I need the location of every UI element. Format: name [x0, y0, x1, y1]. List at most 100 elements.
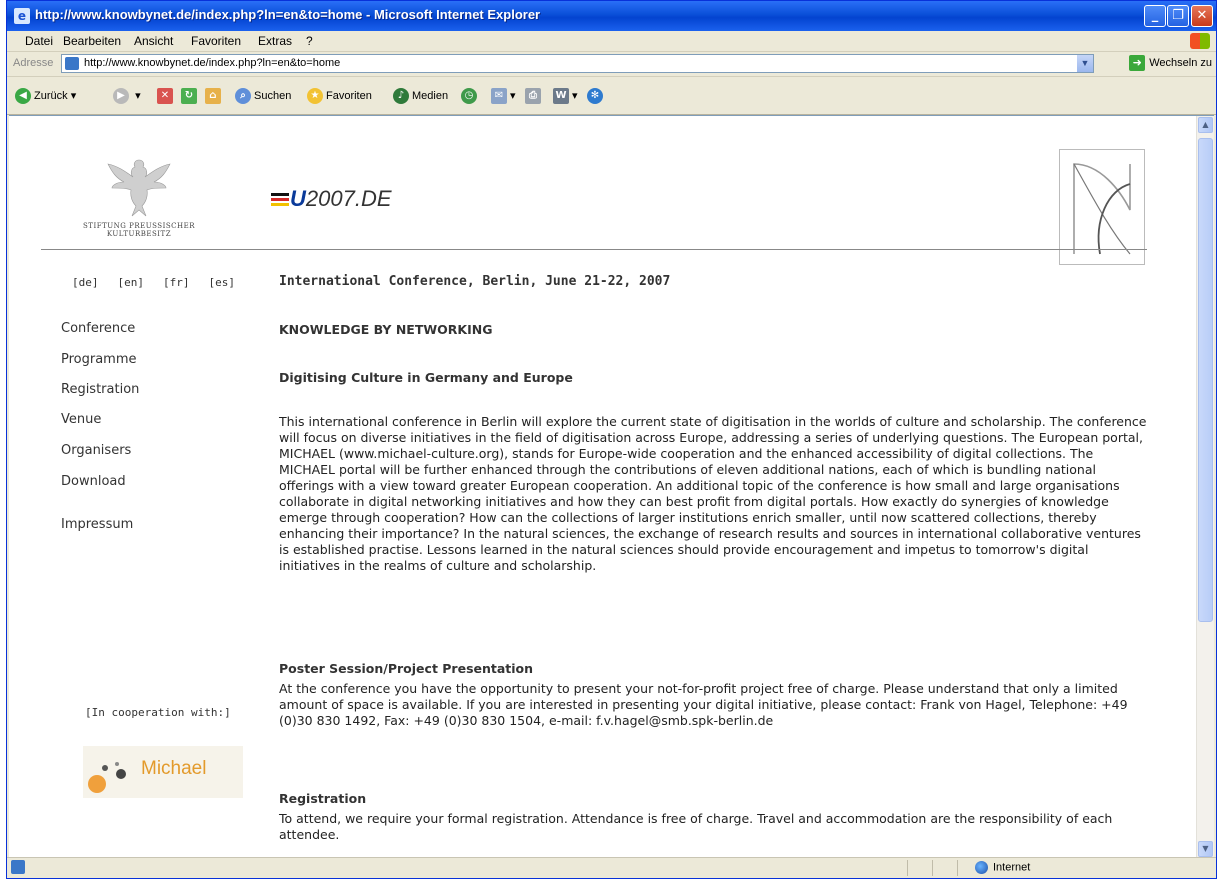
forward-button[interactable]: ▶ ▾: [113, 86, 141, 106]
favorites-button[interactable]: ★ Favoriten: [307, 86, 372, 106]
heading-main: KNOWLEDGE BY NETWORKING: [279, 322, 493, 337]
media-label: Medien: [412, 90, 449, 102]
lang-en-link[interactable]: [en]: [118, 276, 145, 289]
scroll-down-icon[interactable]: ▼: [1198, 841, 1213, 857]
spk-logo: STIFTUNG PREUSSISCHER KULTURBESITZ: [79, 152, 199, 242]
eu2007-logo: U2007.DE: [271, 186, 392, 212]
nav-programme[interactable]: Programme: [61, 352, 137, 367]
page-icon: [65, 57, 79, 70]
status-bar: Internet: [7, 857, 1216, 878]
title-bar: e http://www.knowbynet.de/index.php?ln=e…: [7, 1, 1216, 31]
status-separator: [907, 860, 908, 876]
favorites-label: Favoriten: [326, 90, 372, 102]
minimize-button[interactable]: _: [1144, 5, 1166, 27]
menu-ansicht[interactable]: Ansicht: [134, 34, 173, 48]
close-button[interactable]: ✕: [1191, 5, 1213, 27]
status-separator: [957, 860, 958, 876]
address-bar: Adresse http://www.knowbynet.de/index.ph…: [7, 52, 1216, 77]
logo-caption-2: KULTURBESITZ: [106, 230, 172, 238]
menu-datei[interactable]: Datei: [25, 34, 53, 48]
vertical-scrollbar[interactable]: ▲ ▼: [1196, 116, 1214, 858]
lang-es-link[interactable]: [es]: [209, 276, 236, 289]
nav-venue[interactable]: Venue: [61, 412, 101, 427]
home-icon: ⌂: [205, 88, 221, 105]
mail-button[interactable]: ✉ ▾: [491, 86, 516, 106]
home-button[interactable]: ⌂: [205, 86, 224, 106]
history-button[interactable]: ◷: [461, 86, 480, 106]
address-field[interactable]: http://www.knowbynet.de/index.php?ln=en&…: [61, 54, 1094, 73]
registration-paragraph: To attend, we require your formal regist…: [279, 811, 1113, 842]
poster-paragraph: At the conference you have the opportuni…: [279, 681, 1128, 728]
forward-dropdown-icon[interactable]: ▾: [135, 90, 141, 102]
eagle-emblem-icon: [107, 159, 171, 217]
eu-logo-text: 2007.DE: [305, 186, 392, 211]
address-dropdown-icon[interactable]: ▼: [1077, 55, 1093, 72]
menu-bar: Datei Bearbeiten Ansicht Favoriten Extra…: [7, 31, 1216, 52]
michael-logo-text: Michael: [141, 758, 207, 779]
intro-paragraph: This international conference in Berlin …: [279, 414, 1147, 573]
stop-button[interactable]: ✕: [157, 86, 176, 106]
globe-icon: [975, 861, 988, 874]
messenger-icon: ✻: [587, 88, 603, 105]
print-button[interactable]: ⎙: [525, 86, 544, 106]
print-icon: ⎙: [525, 88, 541, 105]
status-separator: [932, 860, 933, 876]
back-label: Zurück: [34, 90, 68, 102]
scroll-thumb[interactable]: [1198, 138, 1213, 622]
nav-registration[interactable]: Registration: [61, 382, 139, 397]
security-zone: Internet: [975, 861, 1030, 874]
favorites-star-icon: ★: [307, 88, 323, 105]
forward-arrow-icon: ▶: [113, 88, 129, 105]
header-divider: [41, 249, 1147, 250]
address-url[interactable]: http://www.knowbynet.de/index.php?ln=en&…: [84, 57, 340, 69]
back-dropdown-icon[interactable]: ▾: [71, 90, 77, 102]
refresh-icon: ↻: [181, 88, 197, 105]
media-button[interactable]: ♪ Medien: [393, 86, 448, 106]
conference-title: International Conference, Berlin, June 2…: [279, 274, 671, 289]
kn-monogram-icon: [1073, 163, 1131, 255]
language-switcher: [de] [en] [fr] [es]: [72, 276, 254, 289]
logo-caption-1: STIFTUNG PREUSSISCHER: [83, 222, 195, 230]
zone-label: Internet: [993, 861, 1031, 874]
nav-organisers[interactable]: Organisers: [61, 443, 131, 458]
nav-download[interactable]: Download: [61, 474, 126, 489]
scroll-up-icon[interactable]: ▲: [1198, 117, 1213, 133]
search-button[interactable]: ⌕ Suchen: [235, 86, 291, 106]
browser-window: e http://www.knowbynet.de/index.php?ln=e…: [6, 0, 1217, 879]
windows-logo-icon: [1190, 33, 1210, 49]
nav-impressum[interactable]: Impressum: [61, 517, 133, 532]
registration-heading: Registration: [279, 791, 367, 806]
search-label: Suchen: [254, 90, 292, 102]
go-label: Wechseln zu: [1149, 56, 1212, 69]
history-icon: ◷: [461, 88, 477, 105]
edit-dropdown-icon[interactable]: ▾: [572, 90, 578, 102]
go-button[interactable]: ➜ Wechseln zu: [1129, 55, 1212, 73]
window-title: http://www.knowbynet.de/index.php?ln=en&…: [35, 7, 541, 22]
eu-logo-u: U: [290, 186, 306, 211]
go-arrow-icon: ➜: [1129, 55, 1146, 71]
edit-button[interactable]: W ▾: [553, 86, 578, 106]
back-button[interactable]: ◀ Zurück ▾: [15, 86, 76, 106]
michael-partner-logo[interactable]: Michael: [83, 746, 243, 798]
menu-bearbeiten[interactable]: Bearbeiten: [63, 34, 121, 48]
toolbar: ◀ Zurück ▾ ▶ ▾ ✕ ↻ ⌂ ⌕ Suchen ★ Favoriten ♪…: [7, 77, 1216, 115]
mail-icon: ✉: [491, 88, 507, 105]
lang-fr-link[interactable]: [fr]: [163, 276, 190, 289]
mail-dropdown-icon[interactable]: ▾: [510, 90, 516, 102]
web-page: STIFTUNG PREUSSISCHER KULTURBESITZ U2007…: [9, 116, 1197, 858]
back-arrow-icon: ◀: [15, 88, 31, 105]
nav-conference[interactable]: Conference: [61, 321, 135, 336]
menu-help[interactable]: ?: [306, 34, 313, 48]
maximize-button[interactable]: ❐: [1167, 5, 1189, 27]
status-page-icon: [11, 860, 25, 874]
heading-sub: Digitising Culture in Germany and Europe: [279, 370, 573, 385]
menu-favoriten[interactable]: Favoriten: [191, 34, 241, 48]
menu-extras[interactable]: Extras: [258, 34, 292, 48]
refresh-button[interactable]: ↻: [181, 86, 200, 106]
poster-heading: Poster Session/Project Presentation: [279, 661, 534, 676]
page-viewport: STIFTUNG PREUSSISCHER KULTURBESITZ U2007…: [9, 115, 1214, 858]
lang-de-link[interactable]: [de]: [72, 276, 99, 289]
eu-flag-bars-icon: [271, 192, 289, 208]
cooperation-label: [In cooperation with:]: [85, 706, 231, 719]
messenger-button[interactable]: ✻: [587, 86, 606, 106]
